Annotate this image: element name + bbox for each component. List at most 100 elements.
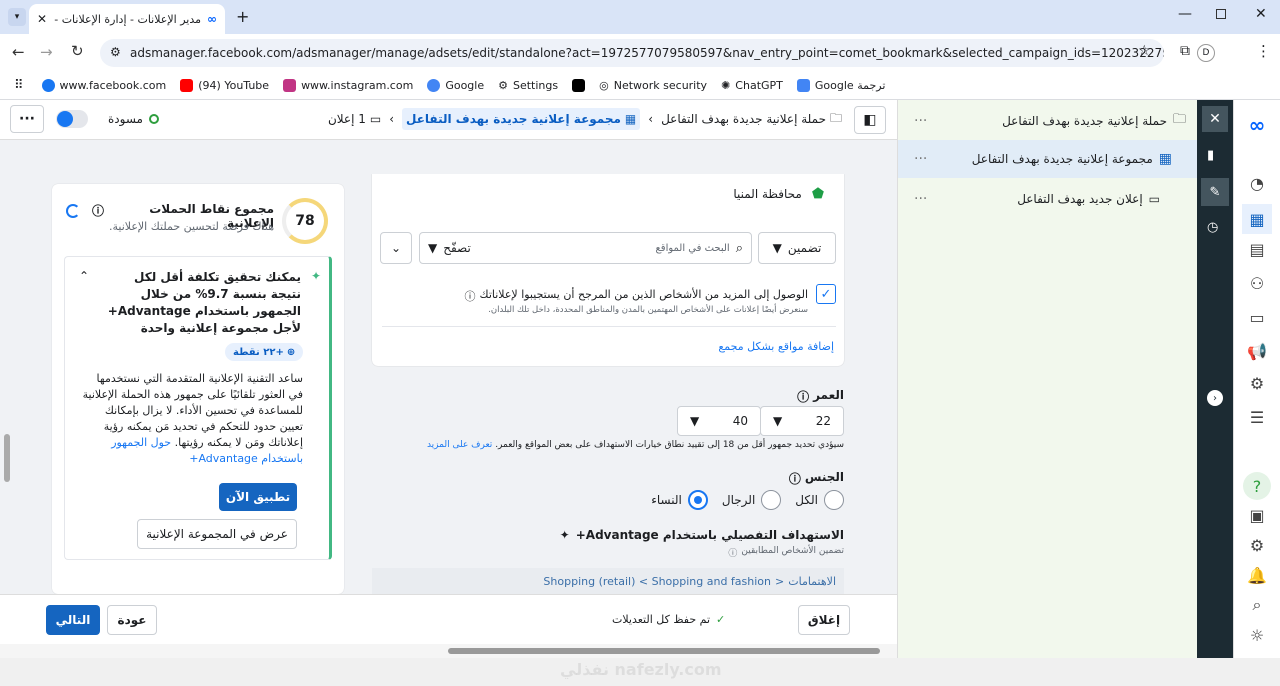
reach-more-checkbox[interactable]: ✓ [816,284,836,304]
loading-spinner-icon [66,204,80,218]
search-icon: ⌕ [735,240,743,256]
bookmark-x[interactable] [572,79,586,92]
meta-logo-icon[interactable]: ∞ [1246,113,1268,137]
back-button[interactable]: عودة [107,605,157,635]
caret-down-icon: ▼ [772,241,782,255]
tab-list-icon[interactable]: ▾ [8,8,26,26]
maximize-icon[interactable] [1216,9,1226,19]
expand-panel-icon[interactable]: › [1207,390,1223,406]
events-manager-icon[interactable]: ⚙ [1246,372,1268,394]
campaign-tree-panel: 🗀 حملة إعلانية جديدة بهدف التفاعل ··· ▦ … [897,100,1198,658]
search-icon[interactable]: ⌕ [1246,594,1268,616]
browser-tab-active[interactable]: ∞ مدير الإعلانات - إدارة الإعلانات - ال … [29,4,225,34]
draft-toggle[interactable] [56,110,88,128]
close-tab-icon[interactable]: ✕ [37,12,47,26]
collapse-chevron-icon[interactable]: ⌃ [79,269,89,283]
dashboard-gauge-icon[interactable]: ◔ [1246,172,1268,194]
audiences-icon[interactable]: ⚇ [1246,272,1268,294]
billing-card-icon[interactable]: ▭ [1246,306,1268,328]
forward-icon[interactable]: → [40,43,53,61]
tree-item-adset[interactable]: ▦ مجموعة إعلانية جديدة بهدف التفاعل ··· [898,140,1198,178]
horizontal-scrollbar[interactable] [0,644,897,658]
url-bar[interactable]: ⚙ adsmanager.facebook.com/adsmanager/man… [100,39,1164,67]
reload-icon[interactable]: ↻ [71,42,84,60]
edit-pencil-icon[interactable]: ✎ [1201,178,1229,206]
bookmark-google[interactable]: Google [427,79,484,92]
toggle-panel-button[interactable]: ◧ [854,106,886,134]
bookmark-facebook[interactable]: www.facebook.com [41,79,166,92]
history-clock-icon[interactable]: ◷ [1207,220,1218,235]
gender-all[interactable]: الكل [795,490,844,510]
tab-title: مدير الإعلانات - إدارة الإعلانات - ال [53,12,201,26]
breadcrumb-ads[interactable]: ▭ 1 إعلان [328,112,381,126]
reports-icon[interactable]: ▤ [1246,238,1268,260]
apps-grid-icon[interactable]: ⠿ [14,78,24,93]
profile-avatar[interactable]: D [1197,44,1215,62]
location-search-input[interactable]: ⌕ البحث في المواقع تصفّح ▼ [419,232,752,264]
browser-menu-icon[interactable]: ⋮ [1256,42,1271,60]
bookmark-network-security[interactable]: ◎ Network security [599,79,707,92]
bookmark-youtube[interactable]: (94) YouTube [180,79,269,92]
ads-manager-app: ··· مسودة 🗀 حملة إعلانية جديدة بهدف التفا… [0,100,1280,686]
detailed-include-note: تضمين الأشخاص المطابقين ⓘ [728,546,844,559]
more-icon[interactable]: ··· [914,113,927,129]
more-options-button[interactable]: ··· [10,105,44,133]
close-button[interactable]: إغلاق [798,605,850,635]
bookmark-google-translate[interactable]: Google ترجمة [796,79,885,92]
breadcrumb-adset[interactable]: ▦ مجموعة إعلانية جديدة بهدف التفاعل [402,108,641,130]
chart-icon[interactable]: ▮ [1207,148,1214,163]
more-icon[interactable]: ··· [914,151,927,167]
browser-tab-bar: ▾ ∞ مدير الإعلانات - إدارة الإعلانات - ا… [0,0,1280,34]
radio-all[interactable] [824,490,844,510]
caret-down-icon: ▼ [428,241,438,255]
translate-icon [796,79,810,92]
draft-status: مسودة [108,112,159,126]
back-icon[interactable]: ← [12,43,25,61]
learn-more-link[interactable]: تعرف على المزيد [427,440,492,450]
tree-item-campaign[interactable]: 🗀 حملة إعلانية جديدة بهدف التفاعل ··· [898,102,1198,140]
bottom-strip: نفذلي nafezly.com [0,658,1280,686]
more-icon[interactable]: ··· [914,191,927,207]
close-editor-icon[interactable]: ✕ [1202,106,1228,132]
notifications-bell-icon[interactable]: 🔔 [1246,564,1268,586]
info-icon[interactable]: ⓘ [728,546,737,559]
age-max-select[interactable]: ▼ 40 [677,406,761,436]
bookmark-chatgpt[interactable]: ✺ ChatGPT [721,79,783,92]
minimize-icon[interactable]: — [1178,6,1192,22]
age-min-select[interactable]: ▼ 22 [760,406,844,436]
gender-men[interactable]: الرجال [722,490,782,510]
help-icon[interactable]: ? [1243,472,1271,500]
include-dropdown[interactable]: تضمين ▼ [758,232,836,264]
news-icon[interactable]: ▣ [1246,504,1268,526]
points-badge: ⊕ +٢٢ نقطة [225,343,304,361]
info-icon[interactable]: ⓘ [465,288,476,304]
divider [382,326,836,327]
bug-report-icon[interactable]: ☼ [1246,624,1268,646]
bookmark-settings[interactable]: ⚙ Settings [498,79,558,92]
age-label: العمر ⓘ [797,388,844,405]
bookmark-star-icon[interactable]: ☆ [1138,43,1151,59]
close-window-icon[interactable]: ✕ [1255,6,1267,22]
info-icon[interactable]: ⓘ [789,470,801,487]
tree-item-ad[interactable]: ▭ إعلان جديد بهدف التفاعل ··· [898,180,1198,218]
info-icon[interactable]: ⓘ [797,388,809,405]
expand-chevron-button[interactable]: ⌄ [380,232,412,264]
bookmark-instagram[interactable]: www.instagram.com [283,79,413,92]
breadcrumb-campaign[interactable]: 🗀 حملة إعلانية جديدة بهدف التفاعل [661,109,842,130]
view-in-adset-button[interactable]: عرض في المجموعة الإعلانية [137,519,297,549]
radio-women[interactable] [687,490,708,510]
new-tab-icon[interactable]: + [236,7,249,26]
vertical-scrollbar[interactable] [4,174,10,594]
next-button[interactable]: التالي [46,605,100,635]
gender-women[interactable]: النساء [651,490,708,510]
extensions-icon[interactable]: ⧉ [1180,43,1190,59]
editor-content: 78 مجموع نقاط الحملات الإعلانية ⓘ هناك فر… [0,174,897,594]
all-tools-menu-icon[interactable]: ☰ [1246,406,1268,428]
settings-gear-icon[interactable]: ⚙ [1246,534,1268,556]
site-info-icon[interactable]: ⚙ [110,45,121,59]
campaigns-table-icon[interactable]: ▦ [1242,204,1272,234]
radio-men[interactable] [761,490,782,510]
apply-now-button[interactable]: تطبيق الآن [219,483,297,511]
megaphone-icon[interactable]: 📢 [1246,340,1268,362]
bulk-locations-link[interactable]: إضافة مواقع بشكل مجمع [572,340,834,353]
